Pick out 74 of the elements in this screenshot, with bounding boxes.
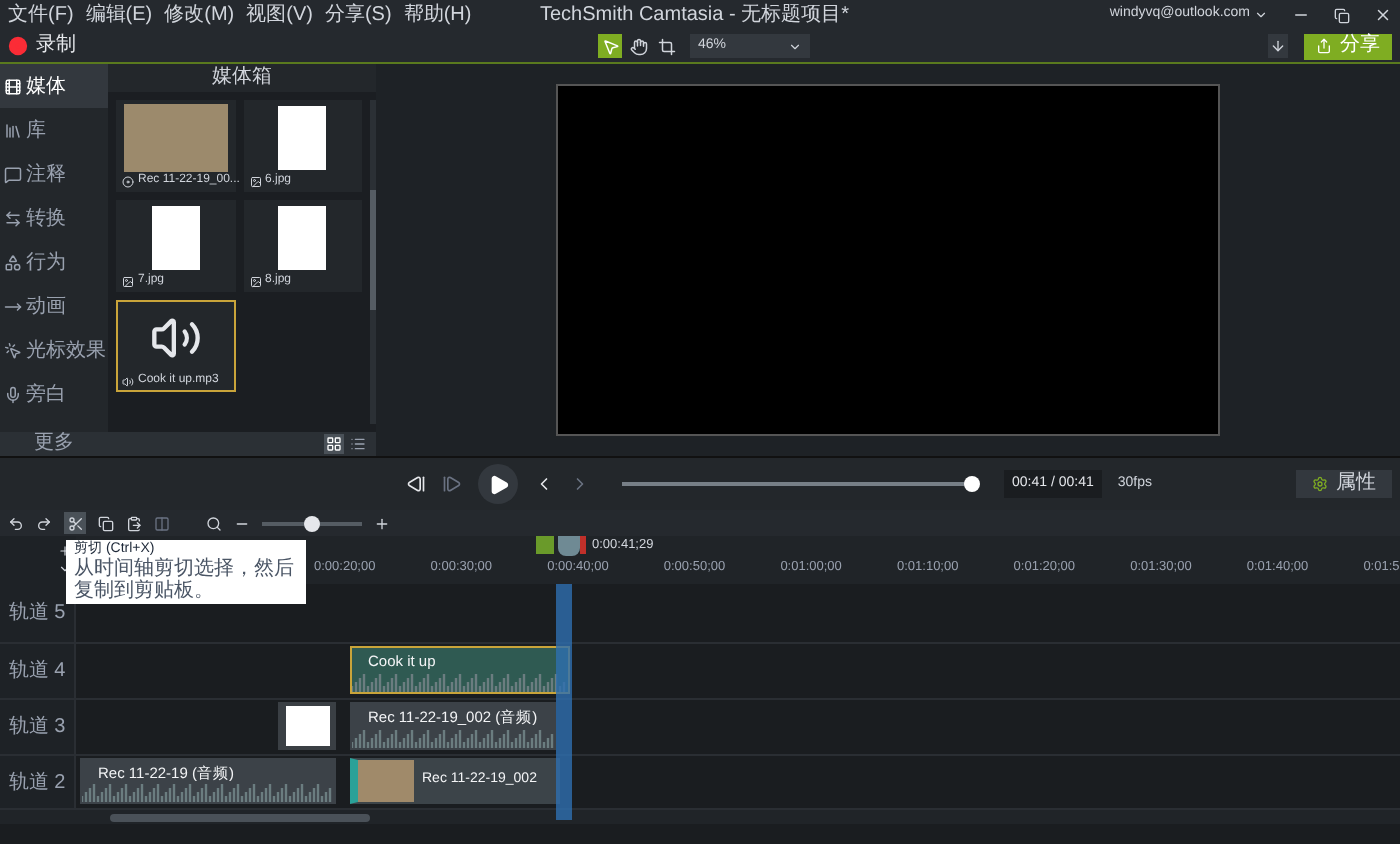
playhead-handle[interactable] bbox=[558, 536, 580, 556]
image-thumbnail bbox=[278, 105, 327, 169]
step-back-icon[interactable] bbox=[406, 474, 426, 494]
cut-button[interactable] bbox=[64, 512, 86, 534]
window-title: TechSmith Camtasia - 无标题项目* bbox=[540, 5, 849, 25]
track-name: 轨道 5 bbox=[8, 599, 66, 628]
menu-item[interactable]: 分享(S) bbox=[324, 5, 392, 25]
sidebar-item[interactable]: 注释 bbox=[0, 152, 108, 196]
play-icon bbox=[487, 473, 509, 495]
scrollbar-thumb[interactable] bbox=[370, 190, 376, 310]
record-icon bbox=[122, 175, 134, 187]
track-name: 轨道 4 bbox=[8, 657, 66, 686]
animations-icon bbox=[4, 297, 22, 315]
timeline-scrollbar-thumb[interactable] bbox=[110, 813, 370, 821]
behaviors-icon bbox=[4, 253, 22, 271]
zoom-in-icon[interactable] bbox=[374, 515, 390, 531]
sidebar-item[interactable]: 行为 bbox=[0, 240, 108, 284]
menu-item[interactable]: 修改(M) bbox=[164, 5, 235, 25]
search-icon[interactable] bbox=[206, 515, 222, 531]
redo-icon[interactable] bbox=[36, 515, 52, 531]
image-thumbnail bbox=[151, 205, 200, 269]
sidebar-item[interactable]: 转换 bbox=[0, 196, 108, 240]
panel-title: 媒体箱 bbox=[108, 64, 376, 92]
zoom-slider-thumb[interactable] bbox=[304, 515, 320, 531]
sidebar-item[interactable]: 旁白 bbox=[0, 372, 108, 416]
image-icon bbox=[122, 275, 134, 287]
restore-icon[interactable] bbox=[1334, 7, 1350, 23]
sidebar-item[interactable]: 媒体 bbox=[0, 64, 108, 108]
play-button[interactable] bbox=[478, 464, 518, 504]
media-icon bbox=[4, 77, 22, 95]
record-button[interactable]: 录制 bbox=[36, 36, 76, 56]
menu-item[interactable]: 编辑(E) bbox=[85, 5, 153, 25]
copy-icon[interactable] bbox=[98, 515, 114, 531]
sidebar-item[interactable]: 动画 bbox=[0, 284, 108, 328]
scrubber-thumb[interactable] bbox=[964, 476, 980, 492]
track-name: 轨道 3 bbox=[8, 713, 66, 742]
record-icon bbox=[8, 36, 28, 56]
caret-icon bbox=[788, 39, 802, 53]
image-icon bbox=[249, 275, 261, 287]
annotations-icon bbox=[4, 165, 22, 183]
sidebar-item[interactable]: 库 bbox=[0, 108, 108, 152]
paste-icon[interactable] bbox=[126, 515, 142, 531]
undo-icon[interactable] bbox=[8, 515, 24, 531]
split-icon[interactable] bbox=[154, 515, 170, 531]
image-thumbnail bbox=[285, 706, 329, 746]
gear-icon bbox=[1312, 476, 1328, 492]
image-icon bbox=[249, 175, 261, 187]
photo-placeholder bbox=[358, 760, 414, 802]
add-track-icon[interactable] bbox=[58, 544, 72, 558]
tooltip-text: 从时间轴剪切选择，然后复制到剪贴板。 bbox=[74, 558, 296, 602]
download-button[interactable] bbox=[1268, 34, 1288, 58]
library-icon bbox=[4, 121, 22, 139]
speaker-icon bbox=[122, 375, 134, 387]
close-icon[interactable] bbox=[1374, 6, 1392, 24]
crop-tool[interactable] bbox=[654, 34, 678, 58]
voice-icon bbox=[4, 385, 22, 403]
menu-item[interactable]: 文件(F) bbox=[8, 5, 74, 25]
in-marker[interactable] bbox=[536, 536, 554, 554]
track-name: 轨道 2 bbox=[8, 769, 66, 797]
transitions-icon bbox=[4, 209, 22, 227]
image-clip[interactable] bbox=[278, 702, 336, 750]
pan-tool[interactable] bbox=[626, 34, 650, 58]
image-thumbnail bbox=[278, 205, 327, 269]
step-forward-icon[interactable] bbox=[442, 474, 462, 494]
photo-placeholder bbox=[123, 103, 228, 171]
share-icon bbox=[1316, 38, 1332, 54]
menu-item[interactable]: 帮助(H) bbox=[403, 5, 472, 25]
sidebar-item[interactable]: 光标效果 bbox=[0, 328, 108, 372]
menu-item[interactable]: 视图(V) bbox=[246, 5, 313, 25]
properties-button[interactable]: 属性 bbox=[1296, 470, 1392, 498]
out-marker[interactable] bbox=[580, 536, 586, 554]
grid-view-button[interactable] bbox=[324, 434, 344, 454]
caret-icon bbox=[1254, 8, 1268, 22]
cursor-icon bbox=[4, 341, 22, 359]
